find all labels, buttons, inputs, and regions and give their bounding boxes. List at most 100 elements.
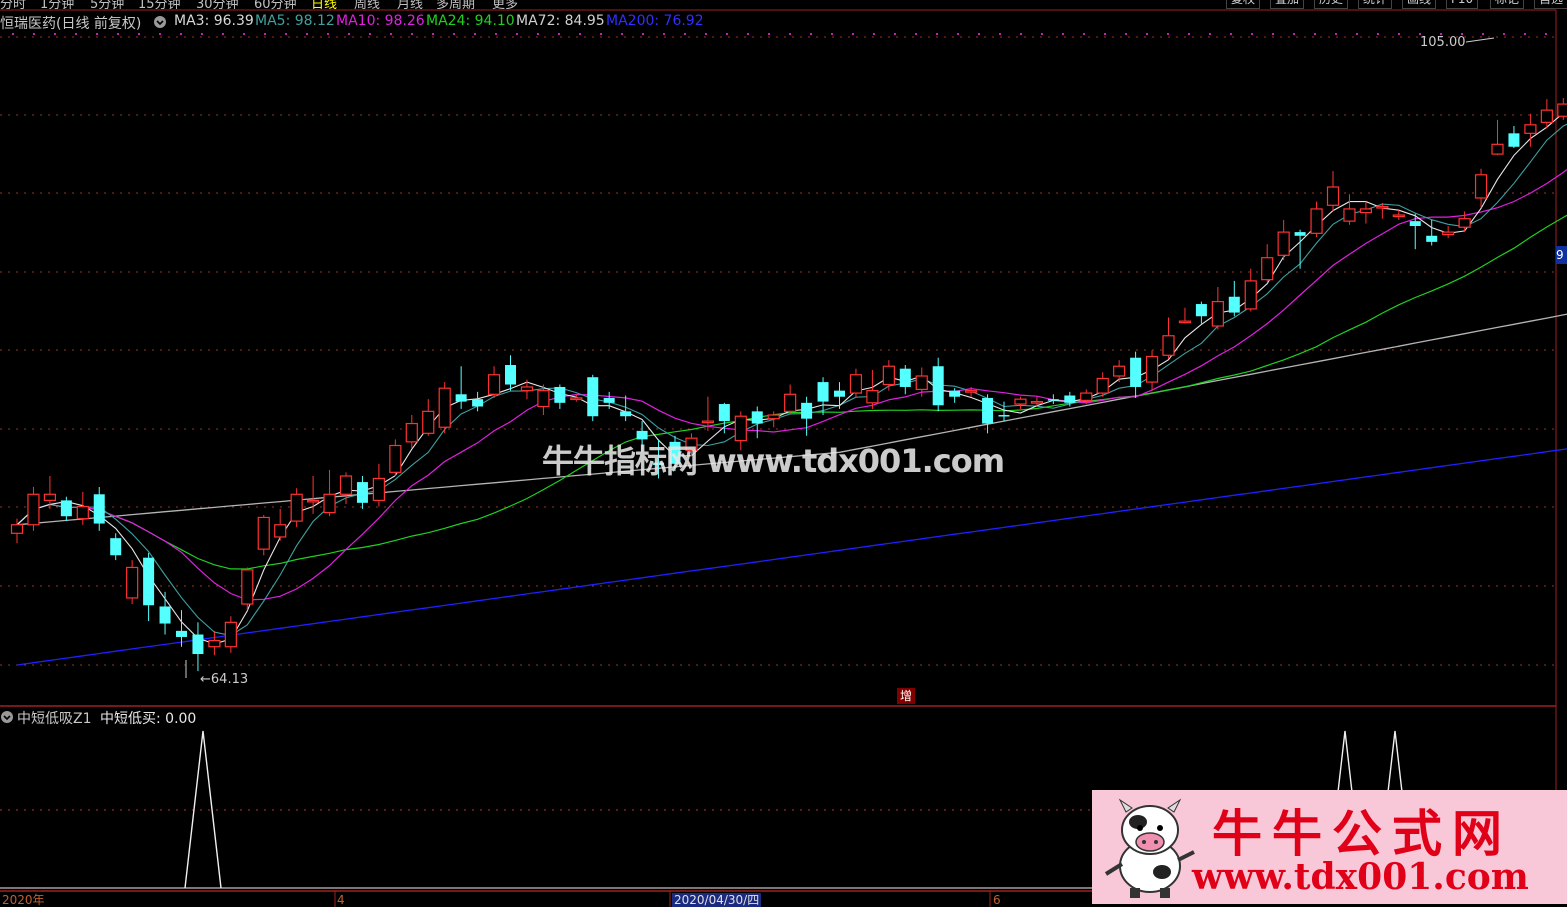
marker-dot-31 xyxy=(663,33,665,35)
marker-dot-45 xyxy=(957,33,959,35)
marker-dot-47 xyxy=(999,33,1001,35)
candle-body-57 xyxy=(949,390,961,397)
marker-dot-6 xyxy=(138,33,140,35)
marker-dot-39 xyxy=(831,33,833,35)
marker-dot-10 xyxy=(222,33,224,35)
date-label-june: 6 xyxy=(993,893,1001,907)
candle-body-22 xyxy=(372,477,385,501)
indicator-settings-icon[interactable] xyxy=(0,710,14,728)
watermark-url: www.tdx001.com xyxy=(1192,856,1529,898)
candle-body-45 xyxy=(751,411,763,424)
marker-dot-32 xyxy=(684,33,686,35)
candle-body-82 xyxy=(1359,208,1373,214)
date-label-april: 4 xyxy=(337,893,345,907)
candle-body-71 xyxy=(1178,320,1192,324)
candle-body-56 xyxy=(932,366,944,406)
candle-body-83 xyxy=(1376,205,1389,209)
marker-dot-19 xyxy=(411,33,413,35)
marker-dot-62 xyxy=(1314,33,1316,35)
marker-dot-66 xyxy=(1398,33,1400,35)
candle-body-92 xyxy=(1524,124,1537,134)
marker-dot-64 xyxy=(1356,33,1358,35)
candle-body-77 xyxy=(1277,231,1290,256)
marker-dot-53 xyxy=(1125,33,1127,35)
marker-dot-41 xyxy=(873,33,875,35)
marker-dot-46 xyxy=(978,33,980,35)
candle-body-72 xyxy=(1195,304,1207,317)
ma3-line xyxy=(16,110,1567,645)
marker-dot-2 xyxy=(54,33,56,35)
marker-dot-14 xyxy=(306,33,308,35)
zeng-marker[interactable]: 增 xyxy=(897,688,915,704)
indicator-name[interactable]: 中短低吸Z1 xyxy=(17,708,92,728)
marker-dot-29 xyxy=(621,33,623,35)
marker-dot-9 xyxy=(201,33,203,35)
candle-body-50 xyxy=(834,390,845,397)
candle-body-88 xyxy=(1458,218,1471,228)
candle-body-74 xyxy=(1228,296,1240,313)
candle-body-15 xyxy=(257,516,270,550)
marker-dot-49 xyxy=(1041,33,1043,35)
ma3-label: MA3: 96.39 xyxy=(174,13,254,29)
candle-body-61 xyxy=(1014,398,1027,405)
ma72-label: MA72: 84.95 xyxy=(516,13,605,29)
marker-dot-8 xyxy=(180,33,182,35)
candle-body-80 xyxy=(1326,186,1340,206)
candle-body-23 xyxy=(389,444,402,473)
candle-body-87 xyxy=(1442,231,1455,236)
candle-body-2 xyxy=(43,493,57,501)
candle-body-29 xyxy=(487,374,501,395)
candle-body-7 xyxy=(126,566,139,599)
date-cursor-label: 2020/04/30/四 xyxy=(672,893,762,907)
low-price-label: ←64.13 xyxy=(200,672,249,687)
marker-dot-21 xyxy=(453,33,455,35)
marker-dot-55 xyxy=(1167,33,1169,35)
marker-dot-22 xyxy=(474,33,476,35)
stock-title[interactable]: 恒瑞医药(日线 前复权) xyxy=(0,13,141,33)
candle-body-90 xyxy=(1491,143,1504,155)
marker-dot-18 xyxy=(390,33,392,35)
candle-body-86 xyxy=(1426,235,1438,242)
candle-body-79 xyxy=(1310,208,1323,234)
candle-body-26 xyxy=(438,387,451,428)
candle-body-46 xyxy=(767,414,780,420)
watermark-box: 牛牛公式网 www.tdx001.com xyxy=(1092,790,1567,904)
candle-body-9 xyxy=(159,606,171,624)
marker-dot-27 xyxy=(579,33,581,35)
marker-dot-56 xyxy=(1188,33,1190,35)
marker-dot-57 xyxy=(1209,33,1211,35)
candle-body-70 xyxy=(1162,335,1175,356)
high-price-label: 105.00 xyxy=(1420,35,1466,50)
cow-mascot-icon xyxy=(1104,798,1195,898)
candle-body-43 xyxy=(718,404,730,422)
candle-body-1 xyxy=(27,493,40,526)
marker-dot-1 xyxy=(33,33,35,35)
marker-dot-65 xyxy=(1377,33,1379,35)
marker-dot-30 xyxy=(642,33,644,35)
marker-dot-38 xyxy=(810,33,812,35)
marker-dot-15 xyxy=(327,33,329,35)
ma200-label: MA200: 76.92 xyxy=(606,13,704,29)
marker-dot-70 xyxy=(1482,33,1484,35)
candle-body-94 xyxy=(1557,103,1567,117)
candle-body-25 xyxy=(422,410,435,434)
ma24-line xyxy=(16,214,1567,570)
candle-body-47 xyxy=(784,393,797,412)
candle-body-10 xyxy=(176,630,187,637)
indicator-value: 中短低买: 0.00 xyxy=(100,711,197,727)
candle-body-34 xyxy=(570,397,583,401)
candle-body-52 xyxy=(866,390,879,404)
candle-body-5 xyxy=(93,494,105,524)
candle-body-11 xyxy=(192,634,204,655)
marker-dot-28 xyxy=(600,33,602,35)
settings-circle-icon[interactable] xyxy=(153,15,167,33)
marker-dot-72 xyxy=(1524,33,1526,35)
marker-dot-63 xyxy=(1335,33,1337,35)
marker-dot-50 xyxy=(1062,33,1064,35)
candle-body-35 xyxy=(587,377,599,417)
marker-dot-42 xyxy=(894,33,896,35)
marker-dot-36 xyxy=(768,33,770,35)
candle-body-76 xyxy=(1261,257,1274,281)
marker-dot-17 xyxy=(369,33,371,35)
candle-body-33 xyxy=(554,386,566,403)
